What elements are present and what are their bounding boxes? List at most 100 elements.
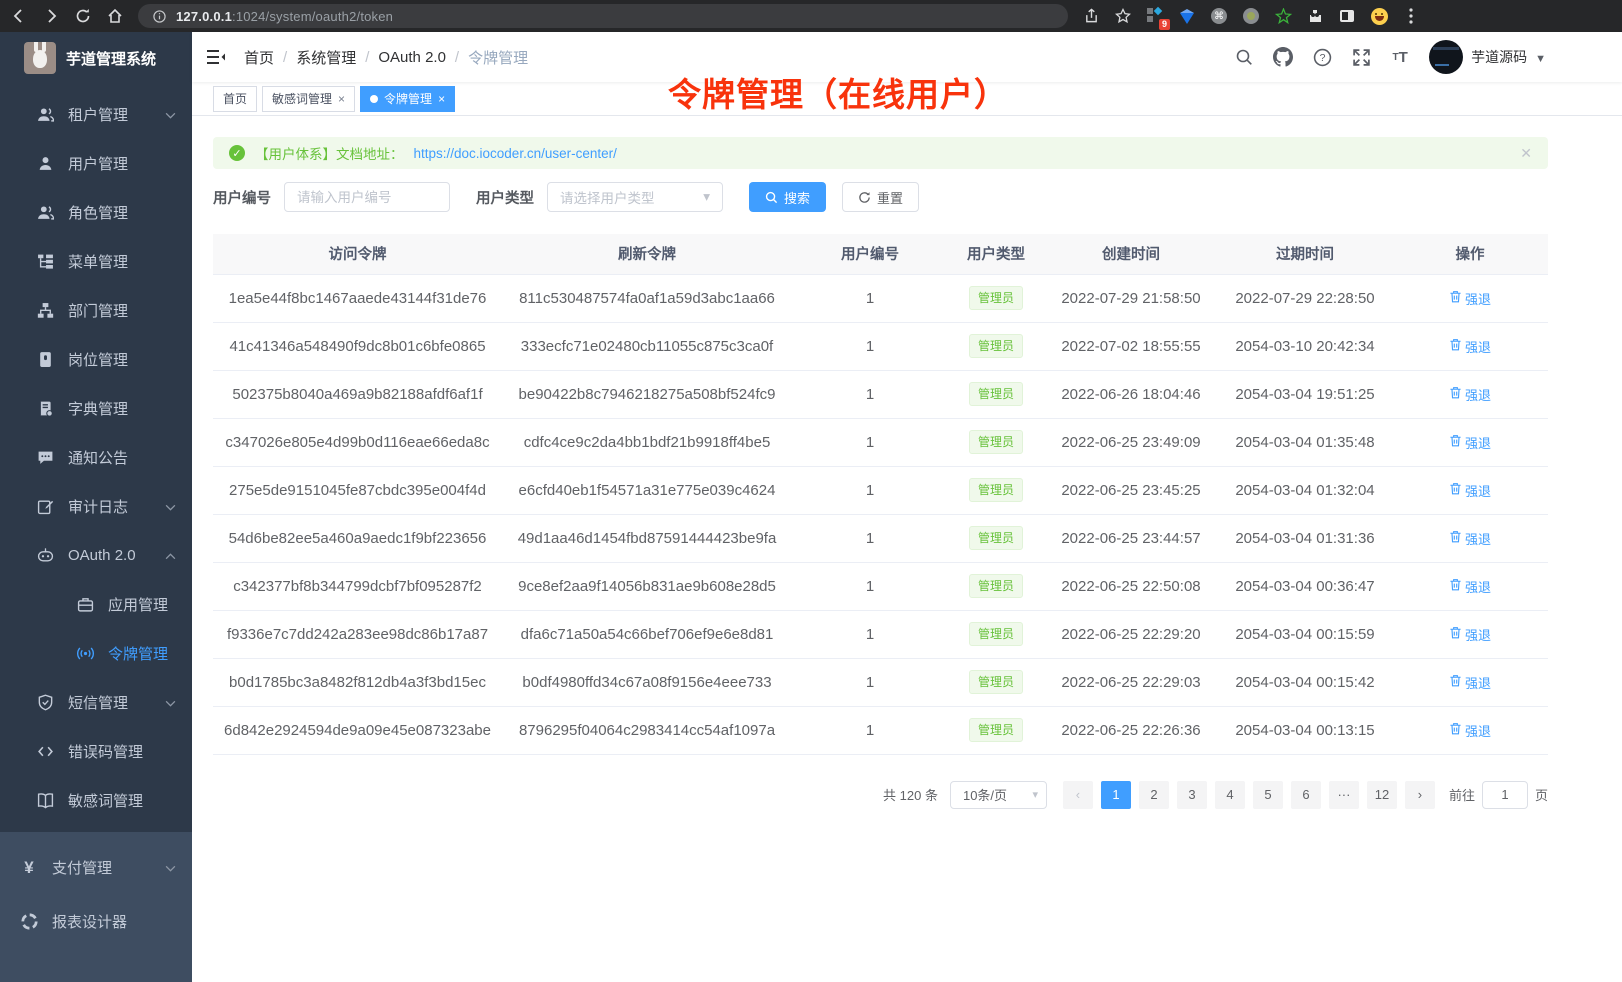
force-logout-button[interactable]: 强退: [1449, 337, 1491, 356]
expire-time-cell: 2054-03-04 00:15:42: [1218, 658, 1392, 706]
force-logout-button[interactable]: 强退: [1449, 433, 1491, 452]
alert-close-icon[interactable]: ✕: [1520, 145, 1532, 162]
breadcrumb: 首页/系统管理/OAuth 2.0/令牌管理: [244, 47, 528, 68]
table-row: 502375b8040a469a9b82188afdf6af1fbe90422b…: [213, 370, 1548, 418]
reset-button[interactable]: 重置: [842, 182, 919, 212]
tab-close-icon[interactable]: ×: [338, 92, 345, 106]
force-logout-button[interactable]: 强退: [1449, 481, 1491, 500]
tab-敏感词管理[interactable]: 敏感词管理×: [262, 86, 355, 112]
user-menu[interactable]: 芋道源码 ▼: [1429, 40, 1546, 74]
page-ellipsis-button[interactable]: ···: [1329, 781, 1359, 809]
browser-menu-icon[interactable]: [1402, 7, 1420, 25]
prev-page-button[interactable]: ‹: [1063, 781, 1093, 809]
column-header-过期时间: 过期时间: [1218, 234, 1392, 274]
refresh-token-cell: 333ecfc71e02480cb11055c875c3ca0f: [502, 322, 792, 370]
breadcrumb-item-OAuth 2.0[interactable]: OAuth 2.0: [378, 49, 446, 66]
extension-command-icon[interactable]: ⌘: [1210, 7, 1228, 25]
trash-icon: [1449, 578, 1462, 594]
sidebar-item-报表设计器[interactable]: 报表设计器: [0, 894, 192, 948]
access-token-cell: c347026e805e4d99b0d116eae66eda8c: [213, 418, 502, 466]
sidebar-item-用户管理[interactable]: 用户管理: [0, 139, 192, 188]
sidebar-item-label: 审计日志: [68, 496, 128, 517]
browser-home-icon[interactable]: [106, 7, 124, 25]
search-button[interactable]: 搜索: [749, 182, 826, 212]
sidebar-item-审计日志[interactable]: 审计日志: [0, 482, 192, 531]
profile-avatar-icon[interactable]: [1370, 7, 1388, 25]
table-row: c342377bf8b344799dcbf7bf095287f29ce8ef2a…: [213, 562, 1548, 610]
sidebar-item-支付管理[interactable]: ¥支付管理: [0, 840, 192, 894]
sidebar-item-岗位管理[interactable]: 岗位管理: [0, 335, 192, 384]
search-icon[interactable]: [1234, 47, 1254, 67]
create-time-cell: 2022-06-25 22:29:20: [1044, 610, 1218, 658]
extension-grid-icon[interactable]: 9: [1146, 7, 1164, 25]
access-token-cell: 6d842e2924594de9a09e45e087323abe: [213, 706, 502, 754]
site-info-icon[interactable]: [150, 7, 168, 25]
extension-record-icon[interactable]: [1242, 7, 1260, 25]
share-icon[interactable]: [1082, 7, 1100, 25]
action-cell: 强退: [1392, 706, 1548, 754]
page-button-12[interactable]: 12: [1367, 781, 1397, 809]
page-button-6[interactable]: 6: [1291, 781, 1321, 809]
sidebar-item-敏感词管理[interactable]: 敏感词管理: [0, 776, 192, 825]
sidebar-item-OAuth 2.0[interactable]: OAuth 2.0: [0, 531, 192, 580]
hamburger-icon[interactable]: [206, 47, 228, 67]
page-button-1[interactable]: 1: [1101, 781, 1131, 809]
extension-star-icon[interactable]: [1274, 7, 1292, 25]
breadcrumb-item-首页[interactable]: 首页: [244, 47, 274, 68]
sidebar-item-label: 应用管理: [108, 594, 168, 615]
user-type-select[interactable]: 请选择用户类型 ▾: [547, 182, 723, 212]
help-icon[interactable]: ?: [1312, 47, 1332, 67]
tab-首页[interactable]: 首页: [213, 86, 257, 112]
github-icon[interactable]: [1273, 47, 1293, 67]
sidebar-item-令牌管理[interactable]: 令牌管理: [0, 629, 192, 678]
browser-forward-icon[interactable]: [42, 7, 60, 25]
force-logout-button[interactable]: 强退: [1449, 577, 1491, 596]
fullscreen-icon[interactable]: [1351, 47, 1371, 67]
sidebar-item-字典管理[interactable]: 字典管理: [0, 384, 192, 433]
user-id-input[interactable]: [284, 182, 450, 212]
sidebar-item-错误码管理[interactable]: 错误码管理: [0, 727, 192, 776]
page-button-4[interactable]: 4: [1215, 781, 1245, 809]
sidebar-item-label: 支付管理: [52, 857, 112, 878]
address-bar[interactable]: 127.0.0.1:1024/system/oauth2/token: [138, 4, 1068, 28]
breadcrumb-item-系统管理[interactable]: 系统管理: [296, 47, 356, 68]
next-page-button[interactable]: ›: [1405, 781, 1435, 809]
sidebar-item-应用管理[interactable]: 应用管理: [0, 580, 192, 629]
force-logout-button[interactable]: 强退: [1449, 385, 1491, 404]
page-size-select[interactable]: 10条/页 ▾: [950, 781, 1047, 809]
sidebar-item-角色管理[interactable]: 角色管理: [0, 188, 192, 237]
user-type-badge: 管理员: [969, 622, 1023, 646]
tab-令牌管理[interactable]: 令牌管理×: [360, 86, 455, 112]
sidebar-item-部门管理[interactable]: 部门管理: [0, 286, 192, 335]
force-logout-button[interactable]: 强退: [1449, 289, 1491, 308]
user-id-cell: 1: [792, 514, 948, 562]
search-form: 用户编号 用户类型 请选择用户类型 ▾ 搜索 重置: [213, 181, 1548, 213]
goto-page-input[interactable]: [1482, 781, 1528, 809]
extension-gem-icon[interactable]: [1178, 7, 1196, 25]
sidebar-item-菜单管理[interactable]: 菜单管理: [0, 237, 192, 286]
extension-puzzle-icon[interactable]: [1306, 7, 1324, 25]
tab-close-icon[interactable]: ×: [438, 92, 445, 106]
users-icon: [36, 106, 54, 124]
bookmark-star-icon[interactable]: [1114, 7, 1132, 25]
page-button-5[interactable]: 5: [1253, 781, 1283, 809]
sidebar-item-通知公告[interactable]: 通知公告: [0, 433, 192, 482]
force-logout-button[interactable]: 强退: [1449, 673, 1491, 692]
page-button-3[interactable]: 3: [1177, 781, 1207, 809]
sidebar-item-短信管理[interactable]: 短信管理: [0, 678, 192, 727]
chevron-down-icon: [165, 859, 176, 876]
user-id-label: 用户编号: [213, 187, 271, 208]
force-logout-button[interactable]: 强退: [1449, 625, 1491, 644]
sidebar-item-租户管理[interactable]: 租户管理: [0, 90, 192, 139]
app-logo-row[interactable]: 芋道管理系统: [0, 32, 192, 84]
font-size-icon[interactable]: TT: [1390, 47, 1410, 67]
browser-back-icon[interactable]: [10, 7, 28, 25]
force-logout-button[interactable]: 强退: [1449, 529, 1491, 548]
alert-doc-link[interactable]: https://doc.iocoder.cn/user-center/: [414, 146, 617, 161]
force-logout-button[interactable]: 强退: [1449, 721, 1491, 740]
side-panel-icon[interactable]: [1338, 7, 1356, 25]
browser-reload-icon[interactable]: [74, 7, 92, 25]
page-button-2[interactable]: 2: [1139, 781, 1169, 809]
annotation-text: 令牌管理（在线用户）: [668, 68, 1008, 116]
errcode-icon: [36, 743, 54, 761]
